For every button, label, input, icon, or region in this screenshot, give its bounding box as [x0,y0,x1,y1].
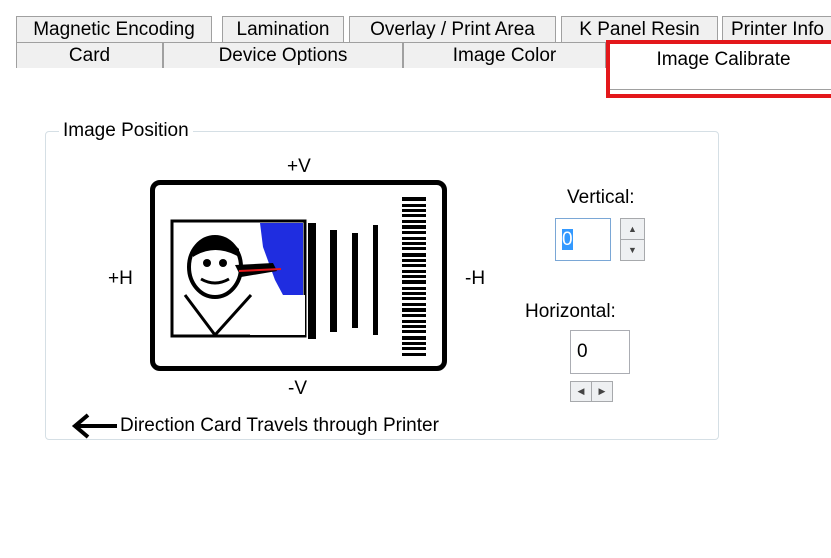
vertical-value: 0 [562,229,573,250]
vertical-down-button[interactable]: ▼ [620,239,645,261]
tab-device-options[interactable]: Device Options [163,42,403,68]
image-position-title: Image Position [59,118,193,144]
bar-1 [308,223,316,339]
tab-printer-info[interactable]: Printer Info [722,16,831,42]
minus-v-label: -V [288,378,307,399]
barcode-stripe [402,303,426,306]
minus-h-label: -H [465,268,486,289]
barcode-stripe [402,259,426,262]
horizontal-label: Horizontal: [525,301,616,322]
barcode-stripe [402,209,426,212]
barcode-stripe [402,320,426,323]
barcode-stripe [402,308,426,312]
horizontal-right-button[interactable]: ▶ [591,381,613,402]
barcode-stripe [402,342,426,345]
barcode-stripe [402,242,426,245]
barcode-stripe [402,297,426,300]
card-graphic [170,197,426,356]
tab-image-color[interactable]: Image Color [403,42,606,68]
tab-lamination[interactable]: Lamination [222,16,344,42]
tab-overlay-print-area[interactable]: Overlay / Print Area [349,16,556,42]
barcode-stripe [402,336,426,340]
tab-image-calibrate[interactable]: Image Calibrate [606,40,831,90]
barcode-stripe [402,347,426,350]
barcode-stripe [402,197,426,201]
horizontal-input[interactable]: 0 [570,330,630,374]
direction-row: Direction Card Travels through Printer [70,413,439,439]
tab-row-top: Magnetic Encoding Lamination Overlay / P… [0,16,831,42]
barcode-stripe [402,247,426,250]
tab-k-panel-resin[interactable]: K Panel Resin [561,16,718,42]
barcode-stripe [402,253,426,257]
bar-4 [373,225,378,335]
right-eye [219,259,227,267]
barcode-stripe [402,275,426,278]
barcode-stripe [402,270,426,273]
tab-card[interactable]: Card [16,42,163,68]
card-illustration [150,180,447,371]
tab-row-bottom: Card Device Options Image Color Image Ca… [0,40,831,90]
barcode-stripe [402,204,426,207]
barcode [402,197,426,356]
barcode-stripe [402,353,426,356]
bar-3 [352,233,358,328]
barcode-stripe [402,280,426,284]
direction-text: Direction Card Travels through Printer [120,415,439,436]
barcode-stripe [402,325,426,328]
left-eye [203,259,211,267]
barcode-stripe [402,237,426,240]
barcode-stripe [402,292,426,295]
plus-h-label: +H [108,268,133,289]
barcode-stripe [402,264,426,267]
shirt-area [250,295,305,335]
barcode-stripe [402,330,426,333]
left-arrow-icon [71,413,117,439]
bar-2 [330,230,337,332]
barcode-stripe [402,231,426,234]
barcode-stripe [402,287,426,290]
barcode-stripe [402,225,426,229]
vertical-up-button[interactable]: ▲ [620,218,645,240]
barcode-stripe [402,214,426,217]
vertical-input[interactable]: 0 [555,218,611,261]
plus-v-label: +V [287,156,311,177]
horizontal-left-button[interactable]: ◀ [570,381,592,402]
tab-magnetic-encoding[interactable]: Magnetic Encoding [16,16,212,42]
vertical-label: Vertical: [567,187,635,208]
barcode-stripe [402,314,426,317]
barcode-stripe [402,220,426,223]
